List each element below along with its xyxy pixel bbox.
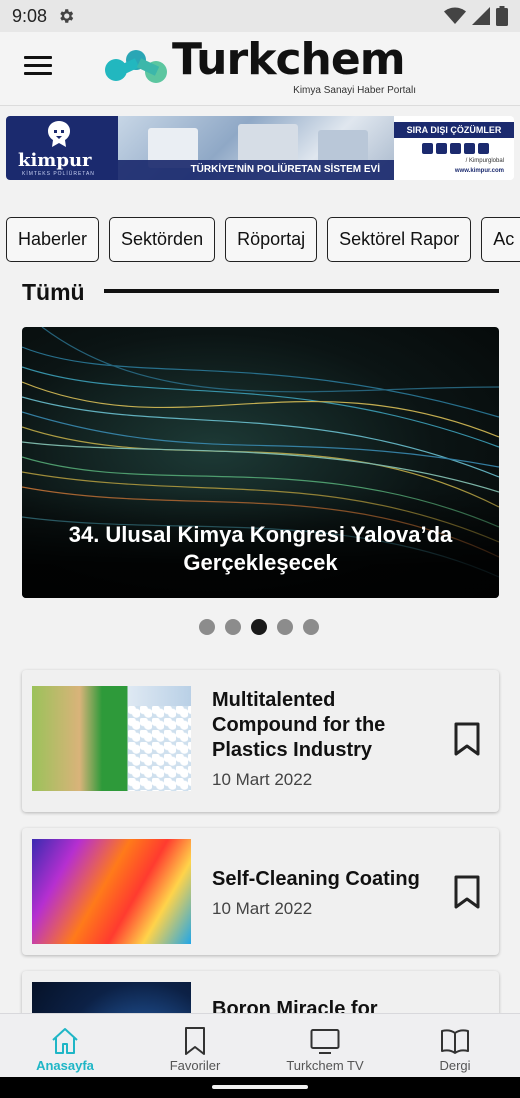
section-divider [104,289,499,293]
wifi-icon [444,7,466,24]
tab-sektorel-rapor[interactable]: Sektörel Rapor [327,217,472,262]
status-bar: 9:08 [0,0,520,32]
logo-subtitle: Kimya Sanayi Haber Portalı [293,85,416,96]
hamburger-menu-button[interactable] [24,56,52,80]
banner-tagline: TÜRKİYE'NİN POLİÜRETAN SİSTEM EVİ [118,160,394,180]
banner-info-panel: SIRA DIŞI ÇÖZÜMLER / Kimpurglobal www.ki… [394,116,514,180]
carousel-dot[interactable] [225,619,241,635]
home-icon [52,1028,78,1054]
carousel-dot[interactable] [277,619,293,635]
plastic-pellets-image [128,706,191,791]
twitter-icon [478,143,489,154]
carousel-pagination [199,619,319,635]
hamburger-line [24,64,52,67]
kimpur-ad-banner[interactable]: kimpur KİMTEKS POLİÜRETAN TÜRKİYE'NİN PO… [6,116,514,180]
hamburger-line [24,72,52,75]
section-title: Tümü [22,279,85,305]
instagram-icon [450,143,461,154]
banner-social-icons [422,143,489,154]
carousel-dot[interactable] [199,619,215,635]
nav-favoriler[interactable]: Favoriler [130,1014,260,1077]
turkchem-logo[interactable]: Turkchem Kimya Sanayi Haber Portalı [104,34,424,100]
nav-turkchem-tv[interactable]: Turkchem TV [260,1014,390,1077]
signal-icon [472,7,490,25]
book-icon [441,1029,469,1054]
banner-brand-panel: kimpur KİMTEKS POLİÜRETAN [6,116,118,180]
banner-ribbon: SIRA DIŞI ÇÖZÜMLER [394,122,514,138]
system-gesture-bar [0,1077,520,1098]
tab-roportaj[interactable]: Röportaj [225,217,318,262]
banner-brand: kimpur [18,150,92,171]
bookmark-icon[interactable] [453,875,481,909]
lion-emblem-icon [48,121,70,147]
battery-icon [496,6,508,26]
home-gesture-handle[interactable] [212,1085,308,1089]
youtube-icon [422,143,433,154]
hero-title: 34. Ulusal Kimya Kongresi Yalova’da Gerç… [68,522,453,575]
article-thumbnail [32,686,191,791]
carousel-dot-active[interactable] [251,619,267,635]
article-date: 10 Mart 2022 [212,899,313,918]
tab-partial[interactable]: Ac [481,217,520,262]
nav-label: Dergi [439,1058,471,1073]
logo-molecule-icon [105,50,167,83]
hamburger-line [24,56,52,59]
linkedin-icon [436,143,447,154]
hero-carousel-slide[interactable]: 34. Ulusal Kimya Kongresi Yalova’da Gerç… [22,327,499,598]
logo-text: Turkchem [172,34,406,85]
article-card[interactable]: Multitalented Compound for the Plastics … [22,670,499,812]
tv-icon [310,1029,340,1054]
article-text: Self-Cleaning Coating 10 Mart 2022 [212,867,440,919]
article-thumbnail [32,839,191,944]
app-header: Turkchem Kimya Sanayi Haber Portalı [0,32,520,106]
article-title: Multitalented Compound for the Plastics … [212,689,386,761]
nav-label: Anasayfa [36,1058,94,1073]
banner-handle: / Kimpurglobal [465,158,504,164]
nav-label: Turkchem TV [286,1058,364,1073]
carousel-dot[interactable] [303,619,319,635]
category-tabs: Haberler Sektörden Röportaj Sektörel Rap… [6,217,520,262]
tab-haberler[interactable]: Haberler [6,217,100,262]
facebook-icon [464,143,475,154]
banner-url: www.kimpur.com [454,168,504,174]
nav-label: Favoriler [169,1058,221,1073]
article-card[interactable]: Self-Cleaning Coating 10 Mart 2022 [22,828,499,955]
status-time: 9:08 [12,5,48,26]
article-date: 10 Mart 2022 [212,770,313,789]
nav-dergi[interactable]: Dergi [390,1014,520,1077]
bookmark-icon[interactable] [453,722,481,756]
bookmark-icon [185,1027,205,1055]
status-icons [444,6,508,26]
nav-anasayfa[interactable]: Anasayfa [0,1014,130,1077]
article-text: Multitalented Compound for the Plastics … [212,688,440,790]
banner-brand-sub: KİMTEKS POLİÜRETAN [22,171,95,177]
tab-sektorden[interactable]: Sektörden [109,217,216,262]
article-title: Self-Cleaning Coating [212,868,420,890]
settings-gear-icon [60,9,74,23]
bottom-navigation: Anasayfa Favoriler Turkchem TV Dergi [0,1013,520,1077]
